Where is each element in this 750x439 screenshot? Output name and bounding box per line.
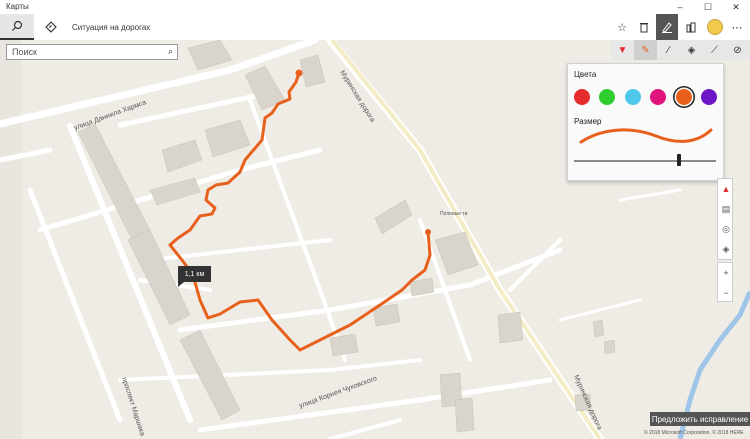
search-tab[interactable] — [0, 14, 34, 40]
trash-button[interactable] — [633, 14, 655, 40]
pen-orange-button[interactable]: ✎ — [634, 40, 657, 60]
map-layers-button[interactable]: ◈ — [718, 239, 734, 259]
compass-icon: ▲ — [721, 184, 731, 194]
color-swatch-pink[interactable] — [650, 89, 666, 105]
ink-pen-button[interactable] — [656, 14, 678, 40]
zoom-out-button[interactable]: − — [718, 283, 734, 303]
highlighter-button[interactable]: ⁄ — [657, 40, 680, 60]
more-button[interactable]: ⋯ — [726, 14, 748, 40]
direction-pen-icon: ◈ — [687, 44, 696, 56]
search-icon — [12, 20, 23, 31]
ink-pen-icon — [662, 22, 672, 33]
zoom-controls: + − — [717, 262, 733, 302]
size-slider-track[interactable] — [574, 160, 716, 162]
size-slider-thumb[interactable] — [677, 154, 681, 166]
search-input[interactable]: Поиск — [12, 47, 37, 57]
pen-red-button[interactable]: ▼ — [611, 40, 634, 60]
zoom-in-button[interactable]: + — [718, 263, 734, 283]
copyright: © 2018 Microsoft Corporation, © 2018 HER… — [644, 430, 744, 436]
favorites-icon: ☆ — [617, 21, 627, 34]
color-swatch-cyan[interactable] — [625, 89, 641, 105]
3d-cities-icon — [686, 22, 696, 33]
zoom-out-icon: − — [723, 288, 729, 298]
search-box[interactable]: Поиск ⌕ — [6, 44, 178, 60]
minimize-button[interactable]: – — [666, 0, 694, 14]
maximize-button[interactable]: ☐ — [694, 0, 722, 14]
pen-settings-flyout: Цвета Размер — [567, 63, 724, 181]
distance-label: 1,1 км — [178, 266, 211, 282]
select-pen-icon: ⊘ — [733, 44, 742, 56]
highlighter-icon: ⁄ — [667, 44, 670, 56]
search-icon[interactable]: ⌕ — [168, 46, 173, 57]
tilt-icon: ▤ — [721, 203, 731, 214]
location-button[interactable]: ◎ — [718, 219, 734, 239]
avatar — [707, 19, 723, 35]
trash-icon — [640, 23, 648, 33]
traffic-tab[interactable]: Ситуация на дорогах — [72, 23, 150, 32]
compass-button[interactable]: ▲ — [718, 179, 734, 199]
color-swatch-orange[interactable] — [676, 89, 692, 105]
title-bar: Карты – ☐ ✕ — [0, 0, 750, 14]
color-swatch-green[interactable] — [599, 89, 615, 105]
colors-heading: Цвета — [574, 70, 597, 79]
suggest-correction-button[interactable]: Предложить исправление — [650, 412, 750, 426]
ink-toolbar: ▼ ✎ ⁄ ◈ ⟋ ⊘ — [611, 40, 750, 60]
pen-orange-icon: ✎ — [641, 44, 650, 56]
tilt-button[interactable]: ▤ — [718, 199, 734, 219]
measure-icon: ⟋ — [711, 44, 718, 56]
pen-red-icon: ▼ — [617, 44, 628, 56]
3d-cities-button[interactable] — [680, 14, 702, 40]
close-button[interactable]: ✕ — [722, 0, 750, 14]
poi-label: Полевые ти — [440, 211, 468, 217]
stroke-preview — [579, 128, 713, 144]
avatar-button[interactable] — [704, 14, 726, 40]
location-icon: ◎ — [722, 223, 730, 234]
favorites-button[interactable]: ☆ — [611, 14, 633, 40]
more-icon: ⋯ — [731, 21, 743, 34]
direction-pen-button[interactable]: ◈ — [680, 40, 703, 60]
color-swatch-red[interactable] — [574, 89, 590, 105]
distance-label-tail — [178, 282, 184, 287]
select-pen-button[interactable]: ⊘ — [726, 40, 749, 60]
map-view-controls: ▲ ▤ ◎ ◈ — [717, 178, 733, 260]
directions-tab[interactable] — [40, 14, 62, 40]
route-end-marker[interactable] — [425, 229, 431, 235]
directions-icon — [45, 21, 57, 33]
measure-button[interactable]: ⟋ — [703, 40, 726, 60]
app-title: Карты — [6, 2, 29, 11]
map-layers-icon: ◈ — [722, 243, 730, 254]
zoom-in-icon: + — [723, 268, 729, 278]
route-start-marker[interactable] — [295, 69, 303, 77]
color-swatch-purple[interactable] — [701, 89, 717, 105]
